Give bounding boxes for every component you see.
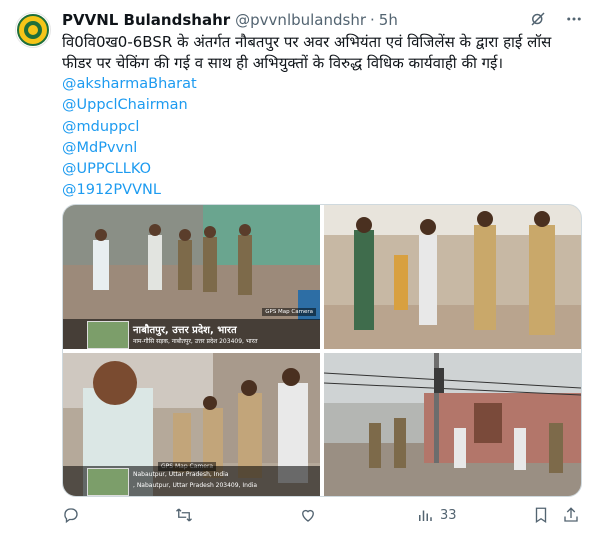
reply-button[interactable] [62,506,80,524]
tweet-text: वि0वि0ख0-6BSR के अंतर्गत नौबतपुर पर अवर … [62,33,552,72]
photo-3[interactable]: GPS Map Camera Nabautpur, Uttar Pradesh,… [63,353,320,496]
mentions-list: @aksharmaBharat @UppclChairman @mduppcl … [62,74,197,202]
gps-place: नाबौतपुर, उत्तर प्रदेश, भारत [133,325,237,336]
heart-icon [302,509,314,522]
gps-overlay: Nabautpur, Uttar Pradesh, India , Nabaut… [63,466,320,496]
gps-app-tag: GPS Map Camera [262,308,316,316]
mention-link[interactable]: @UppclChairman [62,95,197,116]
photo-4[interactable] [324,353,581,496]
views-icon [419,510,432,521]
mention-link[interactable]: @MdPvvnl [62,138,197,159]
mention-link[interactable]: @UPPCLLKO [62,159,197,180]
repost-button[interactable] [175,506,193,524]
account-handle[interactable]: @pvvnlbulandshr [235,11,366,29]
tweet[interactable]: PVVNL Bulandshahr @pvvnlbulandshr · 5h व… [0,0,603,537]
photo-2[interactable] [324,205,581,349]
grok-icon[interactable] [529,10,547,28]
account-name[interactable]: PVVNL Bulandshahr [62,11,230,29]
tweet-actions: 33 [62,506,583,530]
header-icons [529,10,583,28]
tweet-header: PVVNL Bulandshahr @pvvnlbulandshr · 5h [62,10,583,30]
timestamp[interactable]: 5h [379,11,398,29]
repost-icon [176,508,192,522]
bookmark-button[interactable] [532,506,550,524]
more-icon[interactable] [565,10,583,28]
like-button[interactable] [299,506,317,524]
reply-icon [64,508,78,524]
avatar[interactable] [15,12,51,48]
gps-address: , Nabautpur, Uttar Pradesh 203409, India [133,482,258,489]
share-icon [564,507,578,522]
mention-link[interactable]: @aksharmaBharat [62,74,197,95]
gps-place: Nabautpur, Uttar Pradesh, India [133,471,229,478]
mention-link[interactable]: @1912PVVNL [62,180,197,201]
views-count: 33 [440,507,457,523]
views-button[interactable]: 33 [416,506,457,524]
map-thumbnail [87,321,129,349]
photo-1[interactable]: नाबौतपुर, उत्तर प्रदेश, भारत नाम-गौसि सड… [63,205,320,349]
map-thumbnail [87,468,129,496]
gps-overlay: नाबौतपुर, उत्तर प्रदेश, भारत नाम-गौसि सड… [63,319,320,349]
bookmark-icon [535,507,547,524]
gps-address: नाम-गौसि सड़क, नाबौतपुर, उत्तर प्रदेश 20… [133,338,258,345]
mention-link[interactable]: @mduppcl [62,117,197,138]
share-button[interactable] [562,506,580,524]
separator-dot: · [370,11,375,29]
media-grid: नाबौतपुर, उत्तर प्रदेश, भारत नाम-गौसि सड… [62,204,582,497]
